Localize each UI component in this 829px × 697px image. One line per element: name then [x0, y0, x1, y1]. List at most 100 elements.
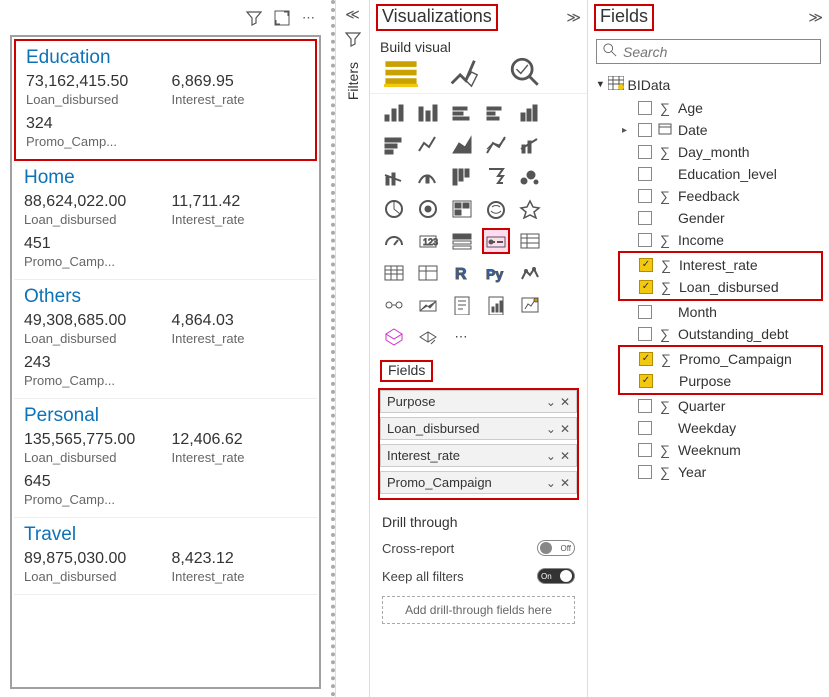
field-checkbox[interactable] [638, 233, 652, 247]
viz-type-14[interactable] [516, 164, 544, 190]
field-promo_campaign[interactable]: ∑Promo_Campaign [621, 348, 820, 370]
field-checkbox[interactable] [638, 421, 652, 435]
field-checkbox[interactable] [639, 280, 653, 294]
field-purpose[interactable]: Purpose [621, 370, 820, 392]
card-others[interactable]: Others 49,308,685.00Loan_disbursed 4,864… [14, 280, 317, 399]
field-outstanding_debt[interactable]: ∑Outstanding_debt [620, 323, 821, 345]
field-checkbox[interactable] [638, 145, 652, 159]
viz-type-26[interactable] [414, 260, 442, 286]
table-node[interactable]: ▸ BIData [596, 72, 821, 97]
viz-type-7[interactable] [448, 132, 476, 158]
field-checkbox[interactable] [638, 101, 652, 115]
viz-type-24[interactable] [516, 228, 544, 254]
card-home[interactable]: Home 88,624,022.00Loan_disbursed 11,711.… [14, 161, 317, 280]
viz-type-17[interactable] [448, 196, 476, 222]
field-income[interactable]: ∑Income [620, 229, 821, 251]
viz-type-5[interactable] [380, 132, 408, 158]
drill-placeholder[interactable]: Add drill-through fields here [382, 596, 575, 624]
tab-analytics[interactable] [508, 59, 542, 87]
viz-type-9[interactable] [516, 132, 544, 158]
field-month[interactable]: Month [620, 301, 821, 323]
viz-type-4[interactable] [516, 100, 544, 126]
tab-build[interactable] [384, 59, 418, 87]
filter-icon[interactable] [246, 10, 262, 29]
field-day_month[interactable]: ∑Day_month [620, 141, 821, 163]
field-weeknum[interactable]: ∑Weeknum [620, 439, 821, 461]
field-feedback[interactable]: ∑Feedback [620, 185, 821, 207]
field-checkbox[interactable] [639, 374, 653, 388]
field-well-loan_disbursed[interactable]: Loan_disbursed⌄✕ [380, 417, 577, 440]
search-input[interactable] [623, 44, 814, 60]
viz-type-11[interactable] [414, 164, 442, 190]
field-checkbox[interactable] [639, 258, 653, 272]
viz-type-12[interactable] [448, 164, 476, 190]
viz-type-3[interactable] [482, 100, 510, 126]
expand-icon[interactable]: ▸ [622, 125, 632, 136]
field-checkbox[interactable] [638, 211, 652, 225]
field-year[interactable]: ∑Year [620, 461, 821, 483]
viz-type-31[interactable] [414, 292, 442, 318]
field-quarter[interactable]: ∑Quarter [620, 395, 821, 417]
viz-type-25[interactable] [380, 260, 408, 286]
viz-type-15[interactable] [380, 196, 408, 222]
viz-type-27[interactable]: R [448, 260, 476, 286]
viz-type-13[interactable] [482, 164, 510, 190]
viz-type-33[interactable] [482, 292, 510, 318]
viz-type-28[interactable]: Py [482, 260, 510, 286]
field-age[interactable]: ∑Age [620, 97, 821, 119]
field-interest_rate[interactable]: ∑Interest_rate [621, 254, 820, 276]
viz-type-29[interactable] [516, 260, 544, 286]
keep-filters-toggle[interactable]: On [537, 568, 575, 584]
field-weekday[interactable]: Weekday [620, 417, 821, 439]
viz-type-1[interactable] [414, 100, 442, 126]
tab-format[interactable] [446, 59, 480, 87]
remove-icon[interactable]: ✕ [560, 449, 570, 463]
field-well-purpose[interactable]: Purpose⌄✕ [380, 390, 577, 413]
field-checkbox[interactable] [638, 123, 652, 137]
viz-type-2[interactable] [448, 100, 476, 126]
field-checkbox[interactable] [638, 327, 652, 341]
chevron-down-icon[interactable]: ⌄ [546, 476, 556, 490]
viz-type-35[interactable] [380, 324, 408, 350]
multi-row-card-visual[interactable]: Education 73,162,415.50Loan_disbursed 6,… [10, 35, 321, 689]
viz-type-8[interactable] [482, 132, 510, 158]
fields-search[interactable] [596, 39, 821, 64]
viz-type-10[interactable] [380, 164, 408, 190]
chevron-down-icon[interactable]: ⌄ [546, 449, 556, 463]
collapse-fields-icon[interactable]: ≫ [808, 9, 823, 26]
viz-type-21[interactable]: 123 [414, 228, 442, 254]
viz-type-20[interactable] [380, 228, 408, 254]
field-checkbox[interactable] [638, 167, 652, 181]
more-icon[interactable]: ⋯ [302, 10, 317, 29]
viz-type-6[interactable] [414, 132, 442, 158]
filters-label[interactable]: Filters [345, 62, 361, 100]
viz-type-36[interactable] [414, 324, 442, 350]
card-travel[interactable]: Travel 89,875,030.00Loan_disbursed 8,423… [14, 518, 317, 595]
field-education_level[interactable]: Education_level [620, 163, 821, 185]
viz-type-34[interactable] [516, 292, 544, 318]
field-well-promo_campaign[interactable]: Promo_Campaign⌄✕ [380, 471, 577, 494]
viz-type-37[interactable]: ⋯ [448, 324, 476, 350]
field-checkbox[interactable] [638, 305, 652, 319]
viz-type-16[interactable] [414, 196, 442, 222]
viz-type-22[interactable] [448, 228, 476, 254]
viz-type-23[interactable] [482, 228, 510, 254]
viz-type-30[interactable] [380, 292, 408, 318]
remove-icon[interactable]: ✕ [560, 476, 570, 490]
viz-type-32[interactable] [448, 292, 476, 318]
chevron-down-icon[interactable]: ⌄ [546, 395, 556, 409]
viz-type-19[interactable] [516, 196, 544, 222]
cross-report-toggle[interactable]: Off [537, 540, 575, 556]
card-education[interactable]: Education 73,162,415.50Loan_disbursed 6,… [14, 39, 317, 161]
chevron-down-icon[interactable]: ⌄ [546, 422, 556, 436]
field-gender[interactable]: Gender [620, 207, 821, 229]
remove-icon[interactable]: ✕ [560, 395, 570, 409]
field-checkbox[interactable] [638, 443, 652, 457]
focus-icon[interactable] [274, 10, 290, 29]
field-checkbox[interactable] [638, 465, 652, 479]
expand-filters-icon[interactable]: ≪ [345, 6, 360, 23]
collapse-viz-icon[interactable]: ≫ [566, 9, 581, 26]
viz-type-0[interactable] [380, 100, 408, 126]
viz-type-18[interactable] [482, 196, 510, 222]
remove-icon[interactable]: ✕ [560, 422, 570, 436]
